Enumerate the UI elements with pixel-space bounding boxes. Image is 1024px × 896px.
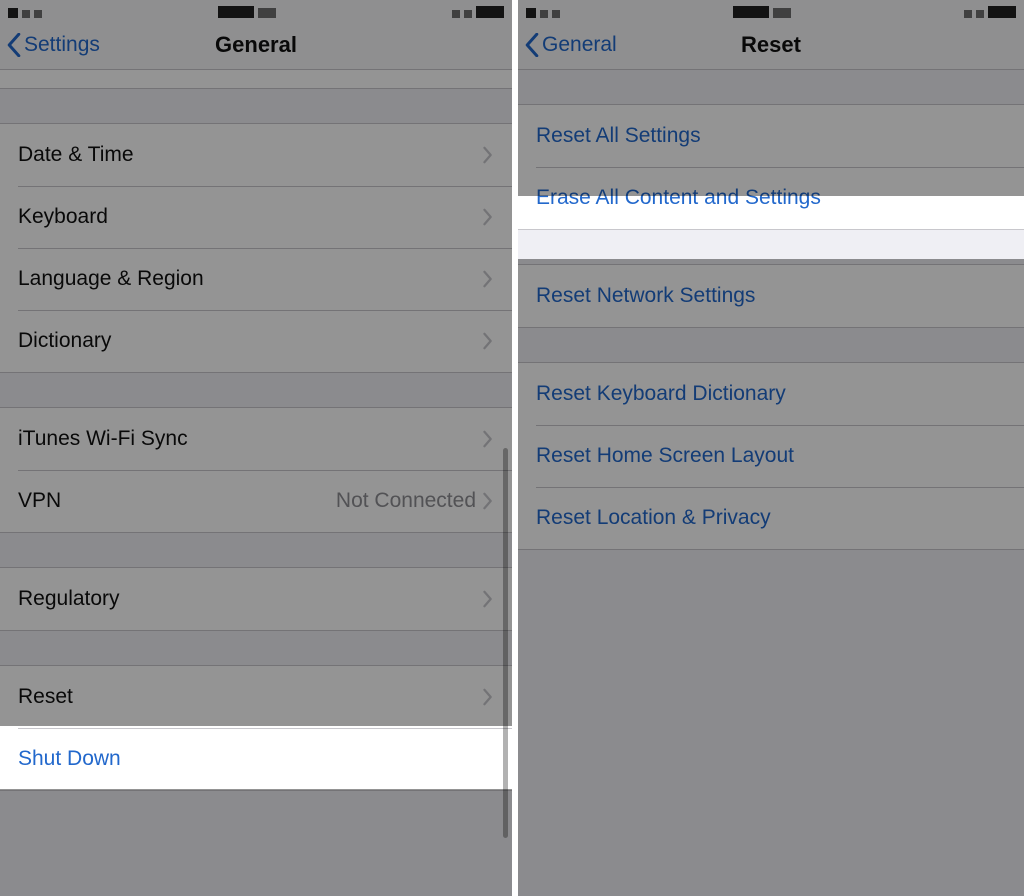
- chevron-right-icon: [482, 688, 494, 706]
- row-erase-all-content[interactable]: Erase All Content and Settings: [518, 167, 1024, 229]
- row-reset-home-layout[interactable]: Reset Home Screen Layout: [518, 425, 1024, 487]
- row-label: Date & Time: [18, 143, 134, 167]
- row-label: Keyboard: [18, 205, 108, 229]
- row-label: Shut Down: [18, 747, 121, 771]
- nav-bar: Settings General: [0, 20, 512, 70]
- chevron-left-icon: [6, 33, 22, 57]
- row-reset-keyboard-dictionary[interactable]: Reset Keyboard Dictionary: [518, 363, 1024, 425]
- row-reset-network[interactable]: Reset Network Settings: [518, 265, 1024, 327]
- screen-reset: General Reset Reset All Settings Erase A…: [512, 0, 1024, 896]
- chevron-right-icon: [482, 208, 494, 226]
- row-label: Reset All Settings: [536, 124, 701, 148]
- chevron-right-icon: [482, 146, 494, 164]
- row-itunes-wifi-sync[interactable]: iTunes Wi-Fi Sync: [0, 408, 512, 470]
- row-language-region[interactable]: Language & Region: [0, 248, 512, 310]
- row-reset-location-privacy[interactable]: Reset Location & Privacy: [518, 487, 1024, 549]
- row-label: Regulatory: [18, 587, 120, 611]
- row-keyboard[interactable]: Keyboard: [0, 186, 512, 248]
- back-button-general[interactable]: General: [518, 33, 617, 57]
- back-button-settings[interactable]: Settings: [0, 33, 100, 57]
- row-label: Reset Home Screen Layout: [536, 444, 794, 468]
- row-label: Erase All Content and Settings: [536, 186, 821, 210]
- status-bar: [0, 0, 512, 20]
- row-label: Reset Network Settings: [536, 284, 755, 308]
- row-value: Not Connected: [336, 489, 482, 513]
- chevron-left-icon: [524, 33, 540, 57]
- scroll-indicator: [503, 448, 508, 838]
- row-label: Reset Location & Privacy: [536, 506, 771, 530]
- row-shut-down[interactable]: Shut Down: [0, 728, 512, 790]
- row-label: VPN: [18, 489, 61, 513]
- chevron-right-icon: [482, 492, 494, 510]
- row-restrictions[interactable]: Restrictions On: [0, 70, 512, 88]
- row-label: Reset Keyboard Dictionary: [536, 382, 786, 406]
- back-label: General: [542, 33, 617, 57]
- reset-content: Reset All Settings Erase All Content and…: [518, 70, 1024, 896]
- general-content: Restrictions On Date & Time Keyboard Lan…: [0, 70, 512, 896]
- row-dictionary[interactable]: Dictionary: [0, 310, 512, 372]
- status-bar: [518, 0, 1024, 20]
- row-reset-all-settings[interactable]: Reset All Settings: [518, 105, 1024, 167]
- nav-bar: General Reset: [518, 20, 1024, 70]
- row-date-time[interactable]: Date & Time: [0, 124, 512, 186]
- chevron-right-icon: [482, 332, 494, 350]
- row-regulatory[interactable]: Regulatory: [0, 568, 512, 630]
- chevron-right-icon: [482, 430, 494, 448]
- row-label: Language & Region: [18, 267, 204, 291]
- row-label: Reset: [18, 685, 73, 709]
- chevron-right-icon: [482, 270, 494, 288]
- back-label: Settings: [24, 33, 100, 57]
- row-reset[interactable]: Reset: [0, 666, 512, 728]
- row-label: iTunes Wi-Fi Sync: [18, 427, 188, 451]
- row-label: Dictionary: [18, 329, 111, 353]
- screen-general: Settings General Restrictions On Date & …: [0, 0, 512, 896]
- row-vpn[interactable]: VPN Not Connected: [0, 470, 512, 532]
- chevron-right-icon: [482, 590, 494, 608]
